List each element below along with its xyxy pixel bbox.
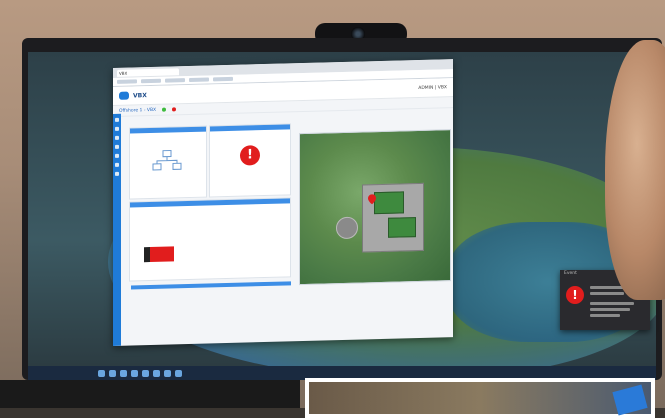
taskbar-icon[interactable]: [120, 369, 127, 377]
notification-text-line: [590, 314, 620, 317]
inset-photo-content: [309, 382, 651, 416]
panel-header: [210, 124, 290, 132]
bookmark[interactable]: [117, 79, 137, 84]
satellite-map[interactable]: [299, 129, 451, 286]
rail-icon[interactable]: [115, 171, 119, 176]
notification-text-line: [590, 292, 624, 295]
rail-icon[interactable]: [115, 162, 119, 167]
notification-text-line: [590, 308, 630, 311]
panel-header: [130, 198, 290, 208]
alert-panel: !: [209, 123, 291, 198]
taskbar-icon[interactable]: [109, 369, 116, 377]
dashboard-content: !: [121, 105, 453, 346]
browser-window[interactable]: VBX VBX ADMIN | VBX Offshore 1 - VBX !: [113, 59, 453, 346]
network-icon: [152, 149, 182, 171]
app-body: !: [113, 105, 453, 346]
exclamation-circle-icon: !: [566, 286, 584, 304]
map-pin-icon[interactable]: [368, 194, 376, 205]
map-roof: [388, 217, 416, 238]
taskbar-icon[interactable]: [131, 369, 138, 377]
chart-bar: [150, 246, 174, 263]
status-ok-icon: [162, 107, 167, 112]
bookmark[interactable]: [141, 78, 161, 84]
side-rail: [113, 113, 121, 346]
cloud-logo-icon: [119, 91, 129, 100]
bookmark[interactable]: [213, 76, 233, 82]
panel-header: [130, 126, 206, 134]
map-roof: [374, 191, 404, 215]
bookmark[interactable]: [165, 78, 185, 83]
taskbar-icon[interactable]: [164, 369, 171, 377]
bookmark[interactable]: [189, 77, 209, 83]
panel-footer: [131, 281, 291, 290]
rail-icon[interactable]: [115, 153, 119, 158]
desk: [0, 380, 300, 408]
taskbar-icon[interactable]: [175, 369, 182, 377]
map-helipad: [336, 216, 358, 240]
exclamation-circle-icon: !: [240, 145, 260, 166]
browser-tab[interactable]: VBX: [117, 67, 179, 77]
header-user[interactable]: ADMIN | VBX: [418, 85, 447, 91]
device-panel: [129, 125, 207, 200]
chart-panel: [129, 197, 291, 282]
taskbar-icon[interactable]: [98, 369, 105, 377]
rail-icon[interactable]: [115, 117, 119, 122]
rail-icon[interactable]: [115, 126, 119, 131]
notification-text-line: [590, 302, 634, 305]
inset-photo: [305, 378, 655, 418]
inset-blue-object: [612, 384, 648, 416]
rail-icon[interactable]: [115, 135, 119, 140]
rail-icon[interactable]: [115, 144, 119, 149]
taskbar-icon[interactable]: [153, 369, 160, 377]
taskbar-icon[interactable]: [142, 369, 149, 377]
status-alert-icon: [172, 107, 177, 112]
brand-name: VBX: [133, 91, 147, 99]
